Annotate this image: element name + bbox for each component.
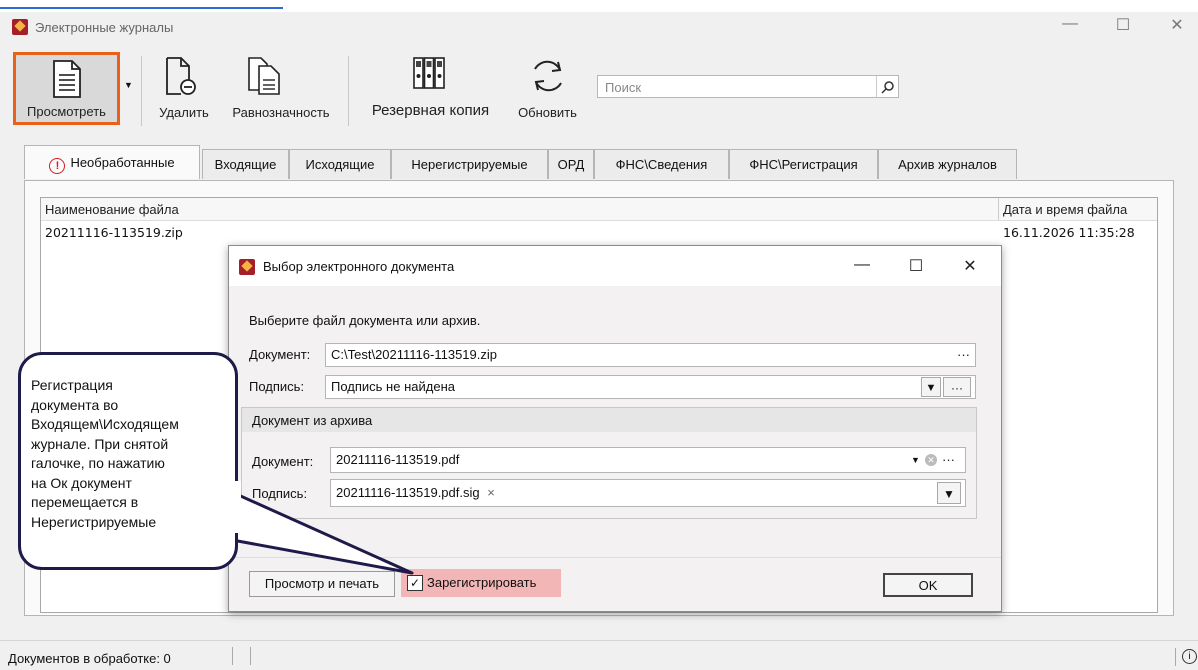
callout-line: Регистрация [31, 377, 113, 393]
status-divider [1175, 648, 1176, 666]
status-divider [232, 647, 233, 665]
status-bar: Документов в обработке: 0 i [0, 640, 1198, 670]
callout-text: Регистрация документа во Входящем\Исходя… [31, 376, 179, 532]
callout-line: Входящем\Исходящем [31, 416, 179, 432]
documents-in-progress: Документов в обработке: 0 [8, 651, 171, 666]
callout-line: перемещается в [31, 494, 139, 510]
info-icon[interactable]: i [1182, 649, 1197, 664]
callout-line: галочке, по нажатию [31, 455, 165, 471]
callout-bubble: Регистрация документа во Входящем\Исходя… [18, 352, 238, 570]
callout-line: документа во [31, 396, 119, 413]
status-divider [250, 647, 251, 665]
callout-line: Нерегистрируемые [31, 513, 157, 530]
callout-joint [235, 481, 241, 533]
callout-line: журнале. При снятой [31, 435, 169, 452]
callout-line: на Ок документ [31, 474, 132, 491]
